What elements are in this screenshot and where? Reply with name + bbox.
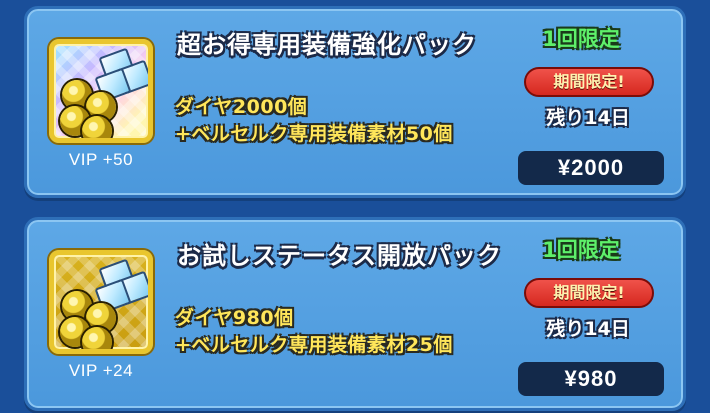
vip-points: VIP +24: [68, 361, 134, 380]
gold-coins-icon: [82, 116, 112, 138]
remaining-days: 残り14日: [546, 318, 630, 340]
pack-card-2[interactable]: VIP +24 お試しステータス開放パック ダイヤ980個 +ベルセルク専用装備…: [24, 217, 686, 411]
pack-title: お試しステータス開放パック: [177, 242, 502, 270]
pack-content-line-2: +ベルセルク専用装備素材25個: [175, 334, 453, 356]
price-button[interactable]: ¥2000: [518, 151, 664, 185]
purchase-limit-label: 1回限定: [542, 27, 620, 51]
pack-title: 超お得専用装備強化パック: [177, 31, 477, 59]
limited-time-badge: 期間限定!: [524, 278, 654, 308]
purchase-limit-label: 1回限定: [542, 238, 620, 262]
limited-time-badge: 期間限定!: [524, 67, 654, 97]
pack-content-line-2: +ベルセルク専用装備素材50個: [175, 123, 453, 145]
pack-card-1[interactable]: VIP +50 超お得専用装備強化パック ダイヤ2000個 +ベルセルク専用装備…: [24, 6, 686, 198]
pack-content-line-1: ダイヤ980個: [175, 307, 294, 329]
pack-thumbnail-gold: [49, 250, 153, 354]
pack-thumbnail-rainbow: [49, 39, 153, 143]
gold-coins-icon: [82, 327, 112, 349]
pack-content-line-1: ダイヤ2000個: [175, 96, 308, 118]
price-button[interactable]: ¥980: [518, 362, 664, 396]
remaining-days: 残り14日: [546, 107, 630, 129]
vip-points: VIP +50: [68, 150, 134, 169]
